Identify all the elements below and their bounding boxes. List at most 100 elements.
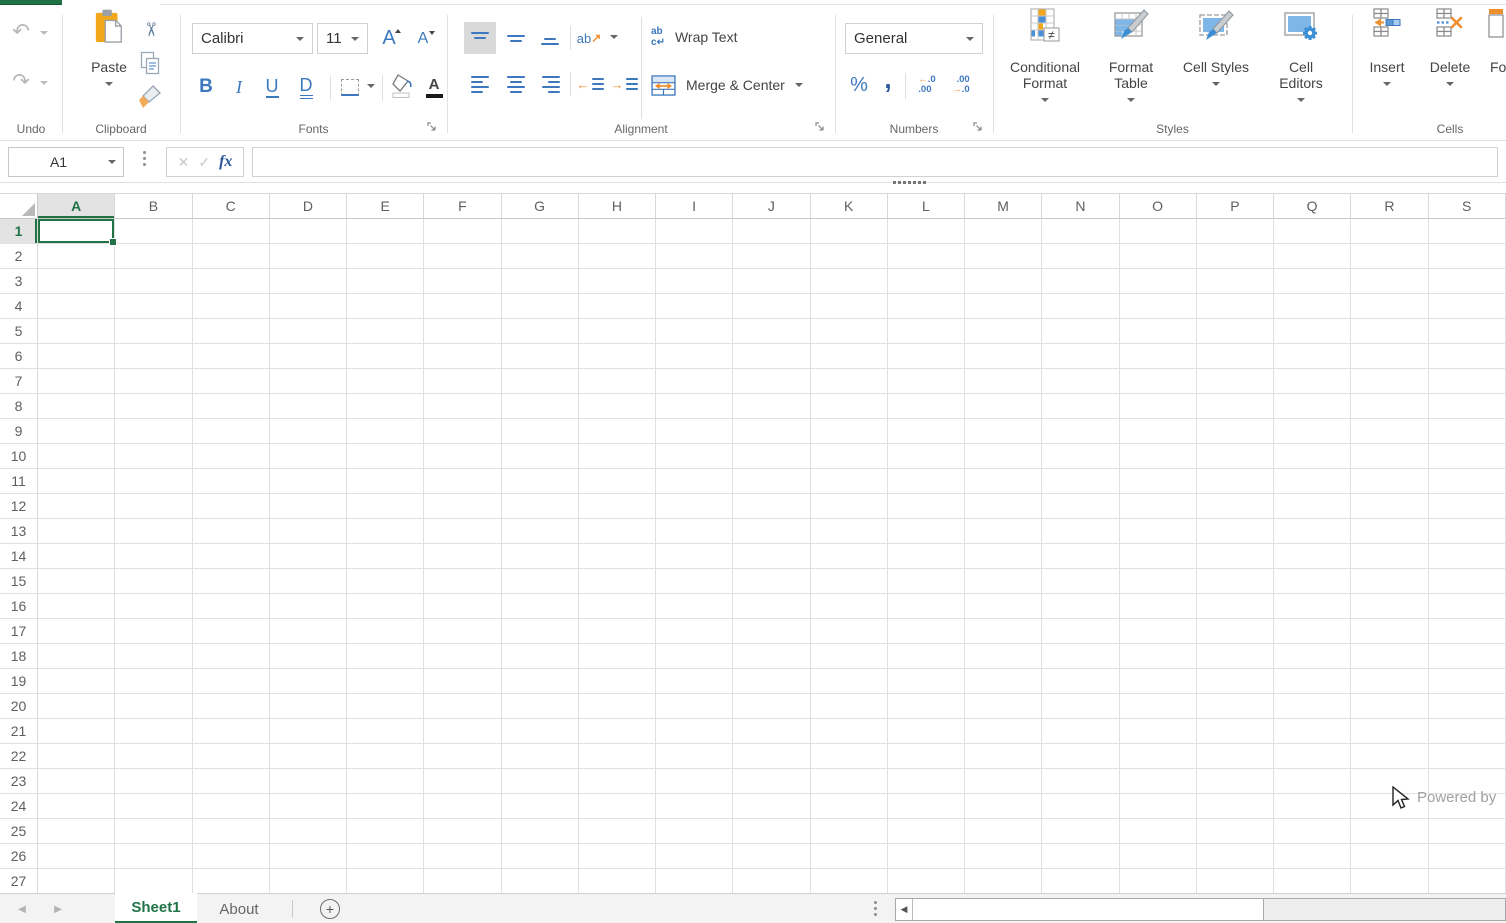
sheet-tab-sheet1[interactable]: Sheet1 — [115, 893, 197, 923]
cell-P25[interactable] — [1197, 819, 1274, 844]
cell-I18[interactable] — [656, 644, 733, 669]
cell-O22[interactable] — [1120, 744, 1197, 769]
cell-A15[interactable] — [38, 569, 115, 594]
cell-B5[interactable] — [115, 319, 192, 344]
cell-N23[interactable] — [1042, 769, 1119, 794]
cell-O26[interactable] — [1120, 844, 1197, 869]
cell-A12[interactable] — [38, 494, 115, 519]
cell-K15[interactable] — [811, 569, 888, 594]
cell-G16[interactable] — [502, 594, 579, 619]
cell-Q26[interactable] — [1274, 844, 1351, 869]
cell-S19[interactable] — [1429, 669, 1506, 694]
column-header-N[interactable]: N — [1042, 194, 1119, 219]
cell-H1[interactable] — [579, 219, 656, 244]
cell-K12[interactable] — [811, 494, 888, 519]
cell-L18[interactable] — [888, 644, 965, 669]
cell-D8[interactable] — [270, 394, 347, 419]
cell-Q6[interactable] — [1274, 344, 1351, 369]
cell-E15[interactable] — [347, 569, 424, 594]
format-table-button[interactable]: Format Table — [1096, 7, 1166, 102]
cell-A24[interactable] — [38, 794, 115, 819]
cell-K22[interactable] — [811, 744, 888, 769]
cell-G17[interactable] — [502, 619, 579, 644]
cell-Q8[interactable] — [1274, 394, 1351, 419]
column-header-M[interactable]: M — [965, 194, 1042, 219]
cell-C5[interactable] — [193, 319, 270, 344]
cell-H3[interactable] — [579, 269, 656, 294]
horizontal-scrollbar[interactable]: ◀ — [895, 898, 1506, 921]
cell-J25[interactable] — [733, 819, 810, 844]
name-box-dropdown-caret[interactable] — [108, 160, 116, 164]
column-header-L[interactable]: L — [888, 194, 965, 219]
underline-button[interactable]: U — [258, 71, 286, 103]
cell-L5[interactable] — [888, 319, 965, 344]
cell-L22[interactable] — [888, 744, 965, 769]
row-header-3[interactable]: 3 — [0, 269, 38, 294]
cell-K25[interactable] — [811, 819, 888, 844]
cell-Q3[interactable] — [1274, 269, 1351, 294]
cell-E12[interactable] — [347, 494, 424, 519]
cell-E27[interactable] — [347, 869, 424, 893]
cell-M4[interactable] — [965, 294, 1042, 319]
cell-J10[interactable] — [733, 444, 810, 469]
cell-A17[interactable] — [38, 619, 115, 644]
cell-C25[interactable] — [193, 819, 270, 844]
cell-P20[interactable] — [1197, 694, 1274, 719]
cell-P4[interactable] — [1197, 294, 1274, 319]
cell-G18[interactable] — [502, 644, 579, 669]
cell-G22[interactable] — [502, 744, 579, 769]
cell-N2[interactable] — [1042, 244, 1119, 269]
cell-J19[interactable] — [733, 669, 810, 694]
cell-J9[interactable] — [733, 419, 810, 444]
cell-M19[interactable] — [965, 669, 1042, 694]
cell-A2[interactable] — [38, 244, 115, 269]
cell-O7[interactable] — [1120, 369, 1197, 394]
cell-M10[interactable] — [965, 444, 1042, 469]
cell-L23[interactable] — [888, 769, 965, 794]
cell-L3[interactable] — [888, 269, 965, 294]
cell-O18[interactable] — [1120, 644, 1197, 669]
cell-L14[interactable] — [888, 544, 965, 569]
cell-A19[interactable] — [38, 669, 115, 694]
row-header-18[interactable]: 18 — [0, 644, 38, 669]
cell-L25[interactable] — [888, 819, 965, 844]
cell-L27[interactable] — [888, 869, 965, 893]
cell-R17[interactable] — [1351, 619, 1428, 644]
select-all-corner[interactable] — [0, 194, 38, 219]
cell-I3[interactable] — [656, 269, 733, 294]
cell-B14[interactable] — [115, 544, 192, 569]
cell-H6[interactable] — [579, 344, 656, 369]
row-header-19[interactable]: 19 — [0, 669, 38, 694]
cell-N1[interactable] — [1042, 219, 1119, 244]
cell-F18[interactable] — [424, 644, 501, 669]
cell-G19[interactable] — [502, 669, 579, 694]
cell-D5[interactable] — [270, 319, 347, 344]
cell-R4[interactable] — [1351, 294, 1428, 319]
font-color-button[interactable]: A — [420, 71, 448, 103]
cell-C4[interactable] — [193, 294, 270, 319]
column-header-G[interactable]: G — [502, 194, 579, 219]
cell-F6[interactable] — [424, 344, 501, 369]
cell-J16[interactable] — [733, 594, 810, 619]
cell-L9[interactable] — [888, 419, 965, 444]
column-header-F[interactable]: F — [424, 194, 501, 219]
cell-B7[interactable] — [115, 369, 192, 394]
column-header-H[interactable]: H — [579, 194, 656, 219]
column-header-A[interactable]: A — [38, 194, 115, 219]
cell-S14[interactable] — [1429, 544, 1506, 569]
merge-dropdown-caret[interactable] — [795, 83, 803, 87]
cell-M8[interactable] — [965, 394, 1042, 419]
row-header-12[interactable]: 12 — [0, 494, 38, 519]
cell-G7[interactable] — [502, 369, 579, 394]
cell-I1[interactable] — [656, 219, 733, 244]
cell-C2[interactable] — [193, 244, 270, 269]
cell-A20[interactable] — [38, 694, 115, 719]
cell-E1[interactable] — [347, 219, 424, 244]
cell-K1[interactable] — [811, 219, 888, 244]
cell-B10[interactable] — [115, 444, 192, 469]
cell-J4[interactable] — [733, 294, 810, 319]
row-header-11[interactable]: 11 — [0, 469, 38, 494]
cell-Q9[interactable] — [1274, 419, 1351, 444]
cell-D10[interactable] — [270, 444, 347, 469]
italic-button[interactable]: I — [226, 71, 252, 103]
